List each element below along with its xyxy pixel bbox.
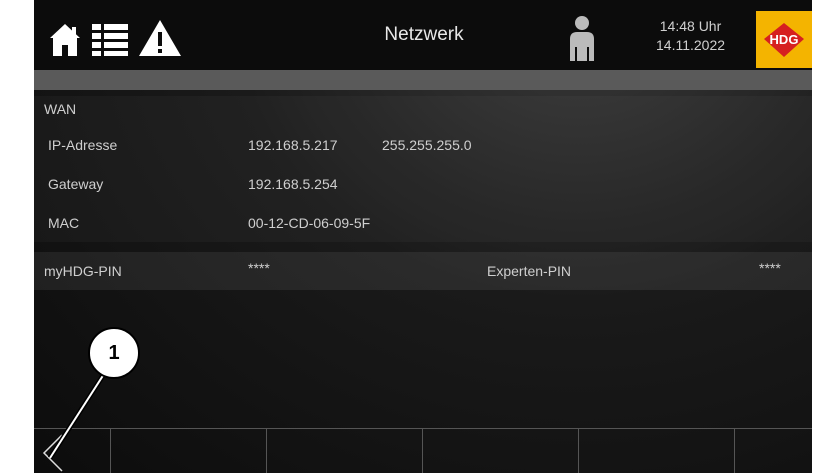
- callout-line: [47, 372, 107, 460]
- callout-number: 1: [88, 327, 140, 379]
